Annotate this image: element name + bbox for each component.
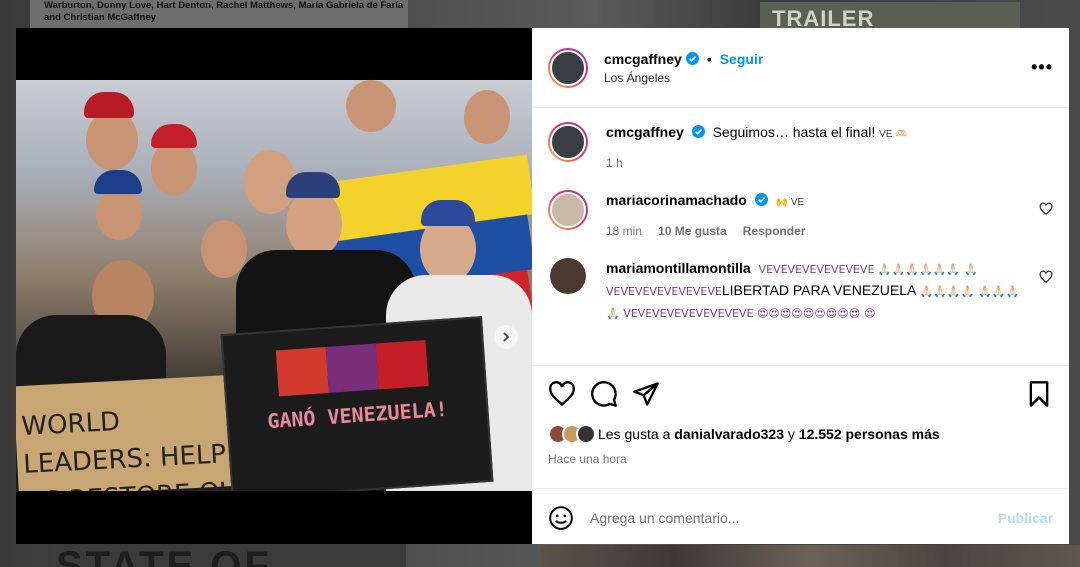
- comment-item: mariamontillamontilla VEVEVEVEVEVEVEVE 🙏…: [548, 258, 1053, 324]
- emoji-picker-icon[interactable]: [548, 505, 574, 531]
- person-face: [464, 90, 510, 144]
- likes-summary: Les gusta a danialvarado323 y 12.552 per…: [548, 424, 1053, 444]
- black-sign-text: GANÓ VENEZUELA!: [266, 396, 449, 434]
- liker-avatar[interactable]: [576, 424, 596, 444]
- black-sign: GANÓ VENEZUELA!: [220, 316, 494, 491]
- cap-blue: [421, 200, 475, 226]
- comment-bubble-icon[interactable]: [590, 380, 618, 408]
- share-send-icon[interactable]: [632, 380, 660, 408]
- post-actions: Les gusta a danialvarado323 y 12.552 per…: [532, 365, 1069, 544]
- comment-time[interactable]: 18 min: [606, 221, 642, 242]
- caption-emoji: VE 🫶🏻: [879, 129, 908, 140]
- comment-item: mariacorinamachado 🙌 VE 18 min 10 Me gus…: [548, 190, 1053, 242]
- person-face: [286, 190, 342, 258]
- post-header: cmcgaffney • Seguir Los Ángeles •••: [532, 28, 1069, 108]
- more-options-icon[interactable]: •••: [1031, 57, 1053, 78]
- person-face: [86, 110, 138, 170]
- verified-badge-icon: [685, 52, 699, 65]
- post-side-panel: cmcgaffney • Seguir Los Ángeles ••• cmcg…: [532, 28, 1069, 544]
- comment-likes[interactable]: 10 Me gusta: [658, 221, 727, 242]
- verified-badge-icon: [691, 125, 705, 138]
- comment-username[interactable]: mariacorinamachado: [606, 192, 747, 208]
- author-avatar[interactable]: [548, 47, 588, 88]
- background-photo-strip: [540, 545, 1080, 567]
- venezuela-flag-graphic: [275, 340, 429, 397]
- cap-red: [151, 124, 197, 148]
- background-article-text: Warburton, Donny Love, Hart Denton, Rach…: [30, 0, 408, 28]
- post-photo[interactable]: WORLD LEADERS: HELP US RESTORE OUR GANÓ …: [16, 80, 532, 491]
- chevron-right-icon: [503, 332, 510, 342]
- post-time[interactable]: Hace una hora: [548, 452, 1053, 466]
- caption-username[interactable]: cmcgaffney: [606, 124, 684, 140]
- background-edge: [1070, 0, 1080, 567]
- author-avatar[interactable]: [548, 122, 588, 162]
- like-comment-heart-icon[interactable]: [1039, 202, 1053, 216]
- comment-text-line: 🙏🏻🙏🏻🙏🏻🙏🏻: [919, 285, 975, 298]
- likes-middle: y: [787, 426, 795, 442]
- save-bookmark-icon[interactable]: [1025, 380, 1053, 408]
- person-face: [346, 80, 396, 132]
- caption-time[interactable]: 1 h: [606, 153, 623, 174]
- cap-navy: [286, 172, 340, 198]
- like-heart-icon[interactable]: [548, 380, 576, 408]
- like-comment-heart-icon[interactable]: [1039, 270, 1053, 284]
- comment-username[interactable]: mariamontillamontilla: [606, 260, 751, 276]
- cap-blue: [94, 170, 142, 194]
- add-comment-bar: Publicar: [532, 488, 1069, 546]
- post-modal: WORLD LEADERS: HELP US RESTORE OUR GANÓ …: [16, 28, 1069, 544]
- comments-list: cmcgaffney Seguimos… hasta el final! VE …: [532, 108, 1069, 365]
- person-face: [151, 140, 197, 196]
- post-location[interactable]: Los Ángeles: [604, 71, 1031, 85]
- comment-input[interactable]: [590, 509, 998, 526]
- verified-badge-icon: [754, 193, 768, 206]
- reply-button[interactable]: Responder: [743, 221, 806, 242]
- commenter-avatar[interactable]: [550, 258, 586, 294]
- person-face: [96, 188, 142, 240]
- author-username[interactable]: cmcgaffney: [604, 51, 682, 67]
- cap-red: [84, 92, 134, 118]
- likes-prefix: Les gusta a: [598, 426, 671, 442]
- person-face: [201, 220, 247, 278]
- liker-username[interactable]: danialvarado323: [674, 426, 784, 442]
- background-trailer-label: TRAILER: [760, 2, 1020, 31]
- post-media: WORLD LEADERS: HELP US RESTORE OUR GANÓ …: [16, 28, 532, 544]
- liker-avatars: [548, 424, 596, 444]
- commenter-avatar[interactable]: [548, 190, 588, 230]
- likes-count[interactable]: 12.552 personas más: [799, 426, 940, 442]
- caption: cmcgaffney Seguimos… hasta el final! VE …: [548, 122, 1053, 174]
- comment-text-line: 😍: [864, 307, 876, 320]
- comment-text-line: VEVEVEVEVEVEVEVE 🙏🏻🙏🏻🙏🏻🙏🏻🙏🏻🙏🏻: [758, 263, 961, 276]
- cardboard-sign: WORLD LEADERS: HELP US RESTORE OUR: [16, 373, 259, 491]
- carousel-next-button[interactable]: [494, 325, 518, 349]
- comment-text: 🙌 VE: [775, 197, 805, 208]
- caption-text: Seguimos… hasta el final!: [712, 124, 876, 140]
- header-separator: •: [706, 50, 712, 67]
- comment-text-line: LIBERTAD PARA VENEZUELA: [721, 282, 916, 298]
- follow-button[interactable]: Seguir: [720, 51, 764, 67]
- publish-button[interactable]: Publicar: [998, 510, 1053, 526]
